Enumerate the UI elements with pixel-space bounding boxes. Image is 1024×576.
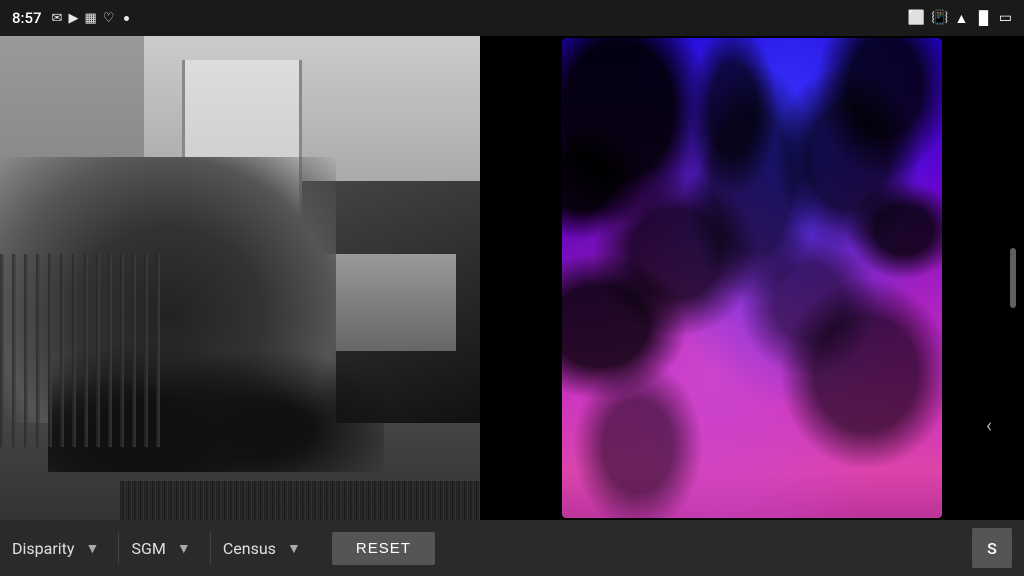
status-right-icons: ⬜ 📳 ▲ ▐▌ ▭ <box>908 10 1012 27</box>
vibrate-icon: 📳 <box>931 10 948 26</box>
calendar-icon: ▦ <box>84 11 96 26</box>
vertical-lines-area <box>120 481 480 520</box>
signal-icon: ▐▌ <box>974 10 992 26</box>
notification-dot <box>124 16 129 21</box>
status-bar: 8:57 ✉ ▶ ▦ ♡ ⬜ 📳 ▲ ▐▌ ▭ <box>0 0 1024 36</box>
notification-icons: ✉ ▶ ▦ ♡ <box>52 11 130 26</box>
census-dropdown-group: Census ▼ <box>223 534 308 562</box>
gmail-icon: ✉ <box>52 11 63 26</box>
heart-icon: ♡ <box>103 11 115 26</box>
right-panel: ‹ <box>480 36 1024 520</box>
disparity-dropdown-arrow[interactable]: ▼ <box>78 534 106 562</box>
disparity-map-visual <box>562 38 942 518</box>
sgm-label: SGM <box>131 539 165 558</box>
cast-icon: ⬜ <box>908 10 925 26</box>
video-icon: ▶ <box>68 11 78 26</box>
grayscale-scene <box>0 36 480 520</box>
census-dropdown-arrow[interactable]: ▼ <box>280 534 308 562</box>
s-button[interactable]: S <box>972 528 1012 568</box>
left-panel <box>0 36 480 520</box>
main-content: ‹ <box>0 36 1024 520</box>
disparity-dropdown-group: Disparity ▼ <box>12 534 106 562</box>
sgm-dropdown-arrow[interactable]: ▼ <box>170 534 198 562</box>
scrollbar-handle[interactable] <box>1010 248 1016 308</box>
disparity-label: Disparity <box>12 539 74 558</box>
wifi-icon: ▲ <box>954 10 968 27</box>
bottom-toolbar: Disparity ▼ SGM ▼ Census ▼ RESET S <box>0 520 1024 576</box>
time-display: 8:57 <box>12 9 42 27</box>
fence-area <box>0 254 168 448</box>
reset-button[interactable]: RESET <box>332 532 435 565</box>
separator-2 <box>210 532 211 564</box>
sgm-dropdown-group: SGM ▼ <box>131 534 197 562</box>
back-arrow-button[interactable]: ‹ <box>974 410 1004 440</box>
battery-icon: ▭ <box>999 10 1012 26</box>
census-label: Census <box>223 539 276 558</box>
separator-1 <box>118 532 119 564</box>
